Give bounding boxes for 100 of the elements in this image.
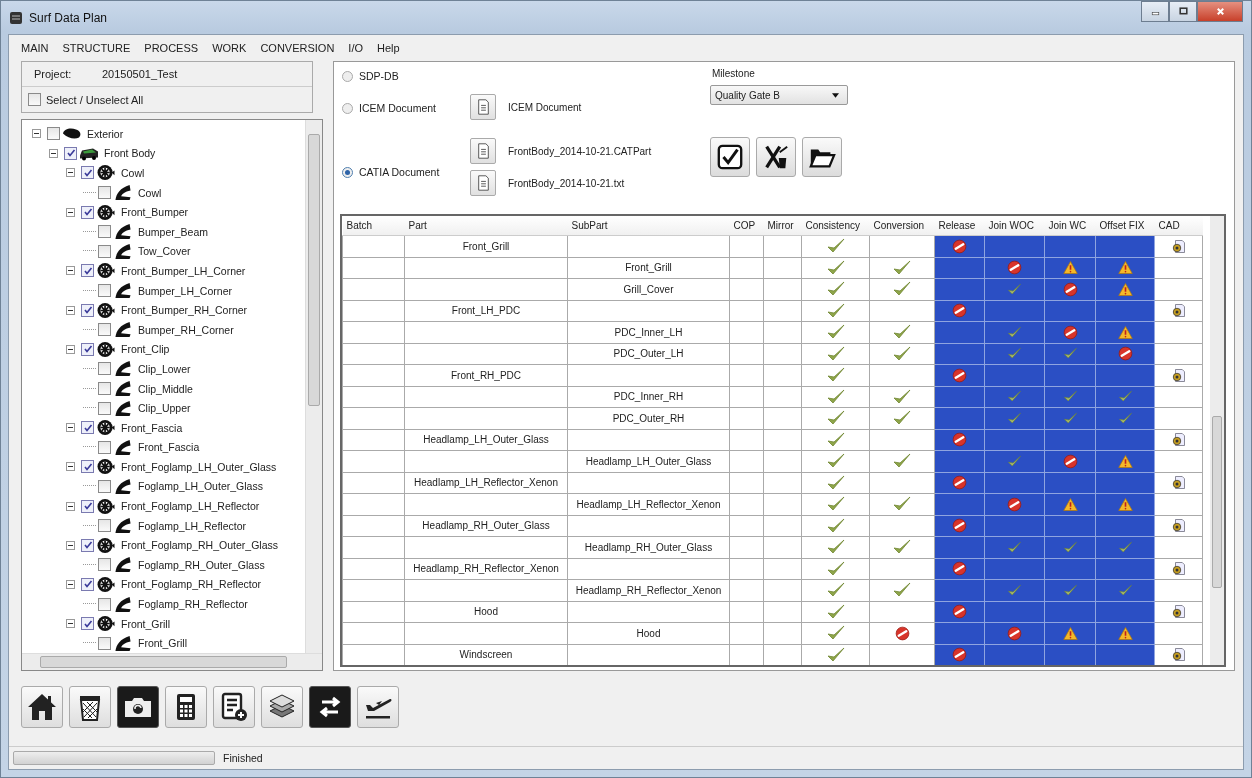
tree-item[interactable]: Foglamp_LH_Outer_Glass — [138, 480, 263, 493]
expander[interactable] — [66, 462, 75, 472]
document-button[interactable] — [470, 170, 496, 196]
checkbox[interactable] — [81, 421, 94, 435]
airplane-button[interactable] — [357, 686, 399, 728]
checkbox[interactable] — [81, 205, 94, 219]
checkbox[interactable] — [81, 617, 94, 631]
menu-item[interactable]: WORK — [212, 42, 247, 54]
confirm-button[interactable] — [710, 137, 750, 177]
checkbox[interactable] — [64, 146, 77, 160]
expander[interactable] — [66, 168, 75, 178]
tree-item[interactable]: Cowl — [138, 186, 162, 199]
tree-item[interactable]: Foglamp_RH_Reflector — [138, 598, 248, 611]
tree-item[interactable]: Front_Bumper_LH_Corner — [121, 264, 246, 277]
expander[interactable] — [66, 266, 75, 276]
minimize-button[interactable] — [1141, 1, 1169, 22]
expander[interactable] — [66, 540, 75, 550]
gear-document-icon[interactable] — [1171, 647, 1186, 663]
tree-item[interactable]: Foglamp_LH_Reflector — [138, 519, 246, 532]
expander[interactable] — [49, 148, 58, 158]
tree-item[interactable]: Foglamp_RH_Outer_Glass — [138, 558, 265, 571]
trash-button[interactable] — [69, 686, 111, 728]
checkbox[interactable] — [98, 362, 111, 376]
tree-item[interactable]: Clip_Upper — [138, 402, 191, 415]
checkbox[interactable] — [98, 558, 111, 572]
tree-item[interactable]: Bumper_Beam — [138, 225, 209, 238]
radio-button[interactable] — [342, 70, 353, 82]
radio-label[interactable]: SDP-DB — [359, 70, 399, 82]
gear-document-icon[interactable] — [1171, 367, 1186, 383]
menu-item[interactable]: MAIN — [21, 42, 49, 54]
scrollbar[interactable] — [22, 653, 322, 670]
gear-document-icon[interactable] — [1171, 238, 1186, 254]
checkbox[interactable] — [81, 577, 94, 591]
select-all-label[interactable]: Select / Unselect All — [46, 93, 144, 106]
checkbox[interactable] — [98, 244, 111, 258]
checkbox[interactable] — [81, 342, 94, 356]
tree-item[interactable]: Cowl — [121, 167, 145, 179]
checkbox[interactable] — [81, 166, 94, 180]
cut-button[interactable] — [756, 137, 796, 177]
tree-item[interactable]: Tow_Cover — [138, 245, 191, 258]
tree-item[interactable]: Clip_Middle — [138, 382, 193, 395]
swap-button[interactable] — [309, 686, 351, 728]
gear-document-icon[interactable] — [1171, 432, 1186, 448]
camera-button[interactable] — [117, 686, 159, 728]
menu-item[interactable]: Help — [377, 42, 400, 54]
checkbox[interactable] — [98, 440, 111, 454]
tree-item[interactable]: Front_Clip — [121, 343, 170, 356]
tree-item[interactable]: Front_Foglamp_RH_Outer_Glass — [121, 539, 278, 552]
checkbox[interactable] — [98, 636, 111, 650]
scrollbar[interactable] — [305, 120, 322, 653]
checkbox[interactable] — [98, 186, 111, 200]
checkbox[interactable] — [98, 323, 111, 337]
checkbox[interactable] — [98, 225, 111, 239]
gear-document-icon[interactable] — [1171, 303, 1186, 319]
expander[interactable] — [66, 501, 75, 511]
close-button[interactable] — [1197, 1, 1243, 22]
expander[interactable] — [66, 344, 75, 354]
tree-item[interactable]: Front_Fascia — [121, 421, 183, 434]
calculator-button[interactable] — [165, 686, 207, 728]
checkbox[interactable] — [98, 597, 111, 611]
expander[interactable] — [66, 207, 75, 217]
checkbox[interactable] — [98, 284, 111, 298]
checkbox[interactable] — [81, 460, 94, 474]
checkbox[interactable] — [98, 401, 111, 415]
document-button[interactable] — [470, 94, 496, 120]
checkbox[interactable] — [81, 264, 94, 278]
radio-label[interactable]: CATIA Document — [359, 166, 440, 178]
tree-item[interactable]: Front_Grill — [121, 617, 170, 630]
gear-document-icon[interactable] — [1171, 475, 1186, 491]
layers-button[interactable] — [261, 686, 303, 728]
expander[interactable] — [32, 129, 41, 139]
expander[interactable] — [66, 423, 75, 433]
tree-item[interactable]: Front_Bumper — [121, 206, 189, 219]
tree-item[interactable]: Front_Bumper_RH_Corner — [121, 304, 248, 317]
gear-document-icon[interactable] — [1171, 518, 1186, 534]
radio-button[interactable] — [342, 166, 353, 178]
folder-button[interactable] — [802, 137, 842, 177]
document-button[interactable] — [470, 138, 496, 164]
tree-item[interactable]: Clip_Lower — [138, 362, 191, 375]
radio-button[interactable] — [342, 102, 353, 114]
checkbox[interactable] — [98, 519, 111, 533]
checkbox[interactable] — [81, 499, 94, 513]
checkbox[interactable] — [98, 480, 111, 493]
tree-item[interactable]: Bumper_LH_Corner — [138, 284, 232, 297]
tree-item[interactable]: Front_Grill — [138, 637, 187, 650]
expander[interactable] — [66, 579, 75, 589]
scrollbar[interactable] — [1210, 216, 1224, 665]
tree-item[interactable]: Front_Foglamp_RH_Reflector — [121, 578, 262, 591]
home-button[interactable] — [21, 686, 63, 728]
milestone-dropdown[interactable]: Quality Gate B — [710, 85, 848, 105]
checkbox[interactable] — [98, 382, 111, 395]
gear-document-icon[interactable] — [1171, 561, 1186, 577]
checkbox[interactable] — [28, 93, 41, 106]
add-list-button[interactable] — [213, 686, 255, 728]
tree-item[interactable]: Front_Fascia — [138, 441, 200, 454]
radio-label[interactable]: ICEM Document — [359, 102, 437, 114]
tree-item[interactable]: Front_Foglamp_LH_Outer_Glass — [121, 460, 277, 473]
expander[interactable] — [66, 619, 75, 629]
tree-item[interactable]: Exterior — [87, 127, 124, 140]
menu-item[interactable]: STRUCTURE — [62, 42, 131, 54]
